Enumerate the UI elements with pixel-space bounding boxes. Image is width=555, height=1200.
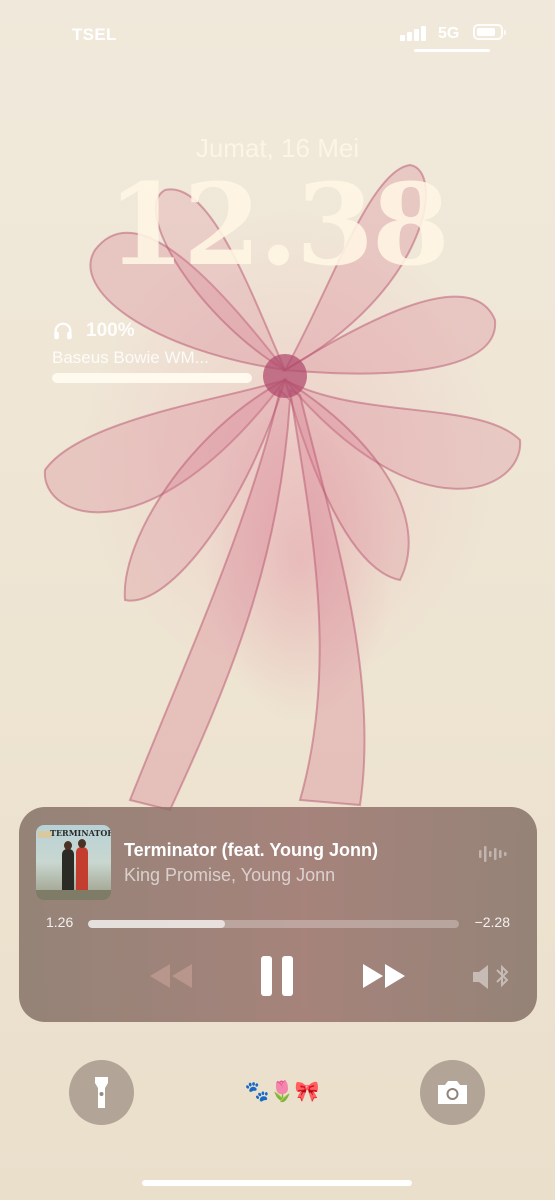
rewind-icon: [150, 964, 192, 988]
camera-icon: [438, 1081, 467, 1104]
track-title: Terminator (feat. Young Jonn): [124, 840, 379, 860]
headphone-battery-percent: 100%: [86, 320, 135, 341]
album-art-figure: [62, 841, 74, 893]
lock-screen-clock[interactable]: 12.38: [0, 170, 555, 282]
rewind-button[interactable]: [146, 959, 196, 993]
flashlight-icon: [95, 1077, 108, 1108]
camera-button[interactable]: [420, 1060, 485, 1125]
focus-indicator: [414, 49, 490, 52]
network-type-label: 5G: [438, 25, 460, 42]
headphone-battery-widget[interactable]: 100% Baseus Bowie WM...: [52, 320, 272, 383]
headphone-battery-fill: [52, 373, 252, 383]
fast-forward-icon: [363, 964, 405, 988]
battery-fill: [477, 28, 496, 36]
flashlight-button[interactable]: [69, 1060, 134, 1125]
headphones-icon: [54, 322, 72, 340]
signal-strength-icon: [400, 25, 428, 41]
album-art-figure: [76, 839, 88, 893]
playback-scrubber[interactable]: [88, 920, 459, 928]
fast-forward-button[interactable]: [359, 959, 411, 993]
album-art-title: TERMINATOR: [50, 828, 111, 838]
headphone-battery-bar: [52, 373, 252, 383]
track-artist: King Promise, Young Jonn: [124, 865, 336, 885]
pause-button[interactable]: [259, 954, 295, 998]
home-indicator[interactable]: [142, 1180, 412, 1186]
headphone-device-name: Baseus Bowie WM...: [52, 348, 209, 367]
pause-icon: [261, 956, 293, 996]
emoji-widget[interactable]: 🐾🌷🎀: [237, 1077, 327, 1105]
status-bar: TSEL 5G: [0, 0, 555, 60]
audio-output-button[interactable]: [470, 960, 512, 994]
playback-progress-fill: [88, 920, 226, 928]
album-art[interactable]: TERMINATOR: [36, 825, 111, 900]
now-playing-widget[interactable]: TERMINATOR Terminator (feat. Young Jonn)…: [19, 807, 537, 1022]
battery-icon: [473, 24, 506, 40]
elapsed-time: 1.26: [46, 914, 74, 930]
remaining-time: −2.28: [474, 914, 510, 930]
speaker-bluetooth-icon: [473, 964, 509, 989]
album-art-ground: [36, 890, 111, 900]
waveform-icon[interactable]: [479, 845, 507, 863]
carrier-label: TSEL: [72, 25, 117, 44]
